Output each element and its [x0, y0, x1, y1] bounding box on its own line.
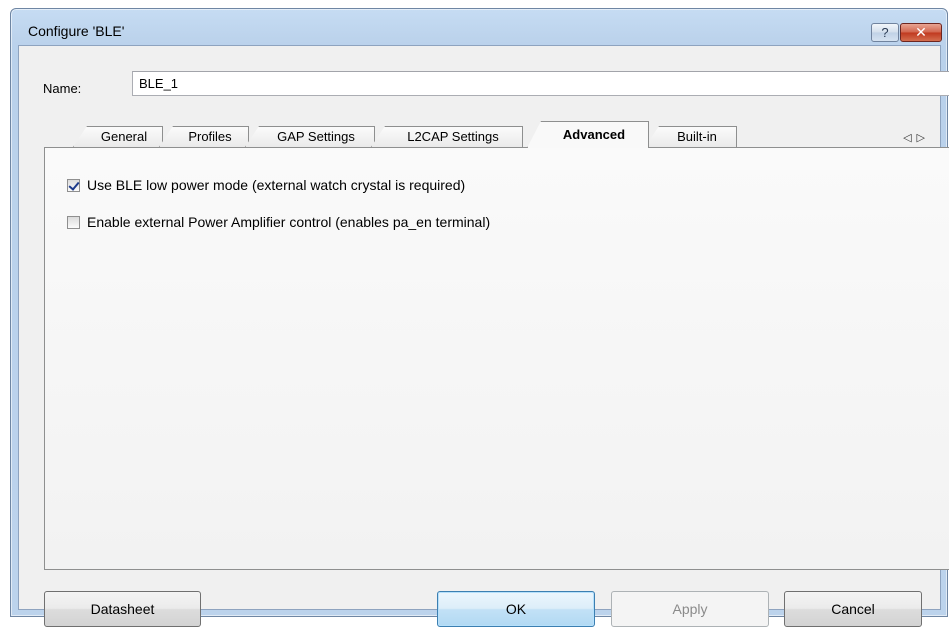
- apply-button[interactable]: Apply: [611, 591, 769, 627]
- tab-label: L2CAP Settings: [407, 129, 499, 144]
- tab-label: General: [100, 129, 148, 144]
- low-power-mode-label: Use BLE low power mode (external watch c…: [87, 177, 466, 193]
- advanced-tab-page: Use BLE low power mode (external watch c…: [44, 147, 949, 570]
- low-power-mode-checkbox[interactable]: [67, 178, 80, 192]
- tab-label: Advanced: [562, 127, 626, 142]
- tab-label: Built-in: [677, 129, 717, 144]
- name-label: Name:: [43, 81, 82, 96]
- tab-general[interactable]: General: [73, 126, 163, 147]
- tab-advanced[interactable]: Advanced: [527, 121, 649, 148]
- tab-label: Profiles: [188, 129, 232, 144]
- help-button[interactable]: ?: [871, 23, 899, 42]
- ok-button[interactable]: OK: [437, 591, 595, 627]
- power-amplifier-label: Enable external Power Amplifier control …: [87, 214, 491, 230]
- tab-built-in[interactable]: Built-in: [645, 126, 737, 147]
- tab-strip: General Profiles GAP Settings L2CAP Sett…: [19, 117, 940, 148]
- power-amplifier-checkbox[interactable]: [67, 215, 80, 229]
- tab-label: GAP Settings: [277, 129, 355, 144]
- configure-dialog: Configure 'BLE' ? ✕ Name: General Profil…: [10, 8, 949, 627]
- dialog-client-area: Name: General Profiles GAP Settings L2CA…: [18, 45, 949, 627]
- tab-profiles[interactable]: Profiles: [159, 126, 249, 147]
- close-icon: ✕: [915, 24, 927, 40]
- tab-l2cap-settings[interactable]: L2CAP Settings: [371, 126, 523, 147]
- question-icon: ?: [881, 25, 889, 40]
- tab-gap-settings[interactable]: GAP Settings: [245, 126, 375, 147]
- close-button[interactable]: ✕: [900, 23, 942, 42]
- low-power-mode-option[interactable]: Use BLE low power mode (external watch c…: [67, 177, 465, 193]
- name-input[interactable]: [132, 71, 949, 96]
- scroll-right-icon[interactable]: ▷: [917, 132, 930, 144]
- title-bar[interactable]: Configure 'BLE' ? ✕: [11, 9, 947, 45]
- scroll-left-icon[interactable]: ◁: [903, 132, 916, 144]
- window-title: Configure 'BLE': [28, 23, 125, 39]
- tab-scroll-controls: ◁▷: [903, 131, 930, 144]
- datasheet-button[interactable]: Datasheet: [44, 591, 201, 627]
- power-amplifier-option[interactable]: Enable external Power Amplifier control …: [67, 214, 490, 230]
- cancel-button[interactable]: Cancel: [784, 591, 922, 627]
